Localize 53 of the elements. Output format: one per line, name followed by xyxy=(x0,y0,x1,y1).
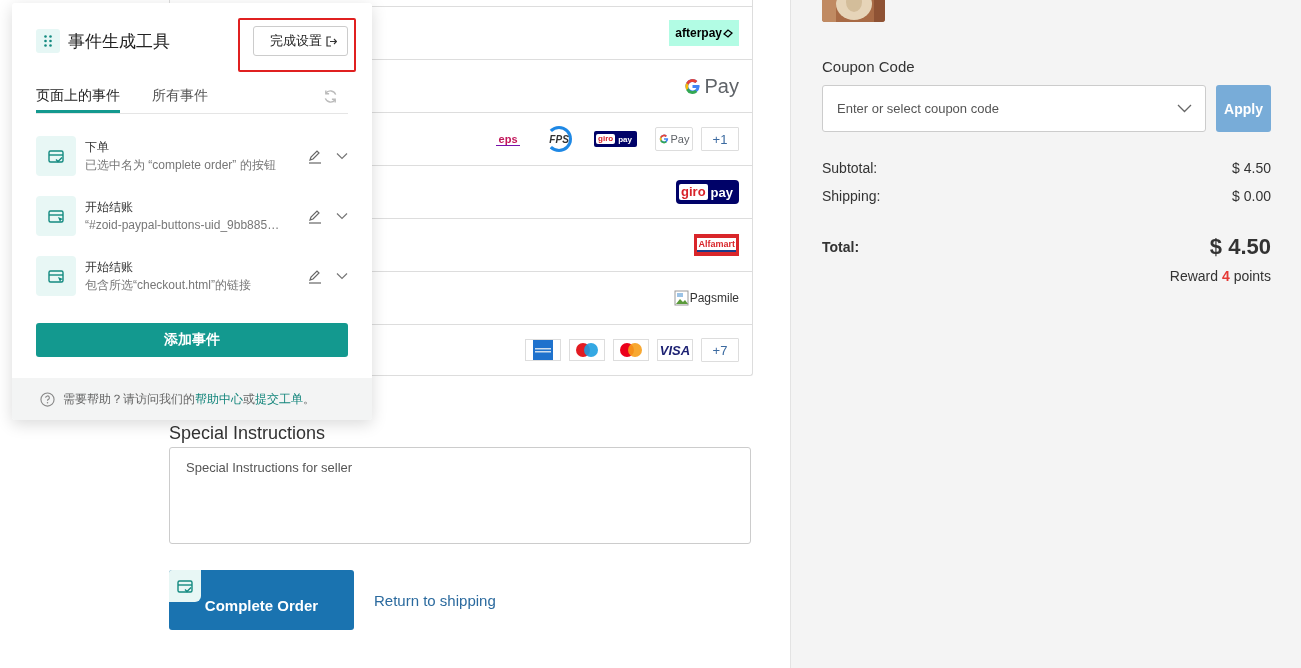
order-card-icon xyxy=(169,570,201,602)
giropay-logo: giro pay xyxy=(594,131,637,147)
edit-icon[interactable] xyxy=(308,148,322,164)
summary-value: $ 0.00 xyxy=(1232,188,1271,204)
section-heading: Special Instructions xyxy=(169,423,327,443)
visa-logo: VISA xyxy=(657,339,693,361)
edit-icon[interactable] xyxy=(308,268,322,284)
tab[interactable]: 页面上的事件 xyxy=(36,79,120,113)
credit-card-icon xyxy=(525,339,561,361)
more-methods-count: +1 xyxy=(701,127,739,151)
total-value: $ 4.50 xyxy=(1209,234,1271,260)
help-center-link[interactable]: 帮助中心 xyxy=(195,391,243,406)
event-title: 下单 xyxy=(85,139,110,156)
coupon-field[interactable]: Enter or select coupon code xyxy=(822,85,1206,132)
chevron-down-icon[interactable] xyxy=(336,152,348,160)
event-title: 开始结账 xyxy=(85,259,134,276)
event-title: 开始结账 xyxy=(85,199,134,216)
exit-icon xyxy=(326,35,337,47)
card-circles-icon xyxy=(613,339,649,361)
summary-label: Shipping: xyxy=(822,188,881,204)
order-card-icon xyxy=(36,136,76,176)
summary-value: $ 4.50 xyxy=(1232,160,1271,176)
checkout-card-icon xyxy=(36,256,76,296)
instructions-field[interactable]: Special Instructions for seller xyxy=(169,447,751,544)
fps-logo: FPS xyxy=(546,126,573,152)
more-methods-count: +7 xyxy=(701,338,739,362)
add-event-button[interactable]: 添加事件 xyxy=(36,323,348,357)
checkout-card-icon xyxy=(36,196,76,236)
edit-icon[interactable] xyxy=(308,208,322,224)
summary-label: Subtotal: xyxy=(822,160,878,176)
submit-ticket-link[interactable]: 提交工单 xyxy=(255,391,303,406)
total-label: Total: xyxy=(822,239,860,255)
gpay-logo: Pay xyxy=(655,127,693,151)
broken-image-placeholder: Pagsmile xyxy=(673,290,739,306)
help-icon xyxy=(40,391,55,407)
alfamart-logo: Alfamart xyxy=(694,234,739,256)
gpay-logo: Pay xyxy=(683,74,739,98)
eps-logo: eps xyxy=(496,132,521,146)
giropay-logo: giro pay xyxy=(676,180,739,204)
return-link[interactable]: Return to shipping xyxy=(374,591,496,609)
refresh-icon[interactable] xyxy=(323,88,338,104)
drag-handle-icon[interactable] xyxy=(36,29,60,53)
chevron-down-icon[interactable] xyxy=(336,212,348,220)
chevron-down-icon[interactable] xyxy=(336,272,348,280)
card-circles-icon xyxy=(569,339,605,361)
reward-text: Reward 4 points xyxy=(1168,268,1271,284)
complete-order-button[interactable]: Complete Order xyxy=(169,570,354,630)
field-label: Coupon Code xyxy=(822,58,916,75)
finish-setup-button[interactable]: 完成设置 xyxy=(253,26,348,56)
afterpay-logo: afterpay xyxy=(669,20,739,46)
panel-title: 事件生成工具 xyxy=(68,30,171,53)
chevron-down-icon[interactable] xyxy=(1177,104,1192,113)
help-text: 需要帮助？请访问我们的帮助中心或提交工单。 xyxy=(63,390,315,408)
